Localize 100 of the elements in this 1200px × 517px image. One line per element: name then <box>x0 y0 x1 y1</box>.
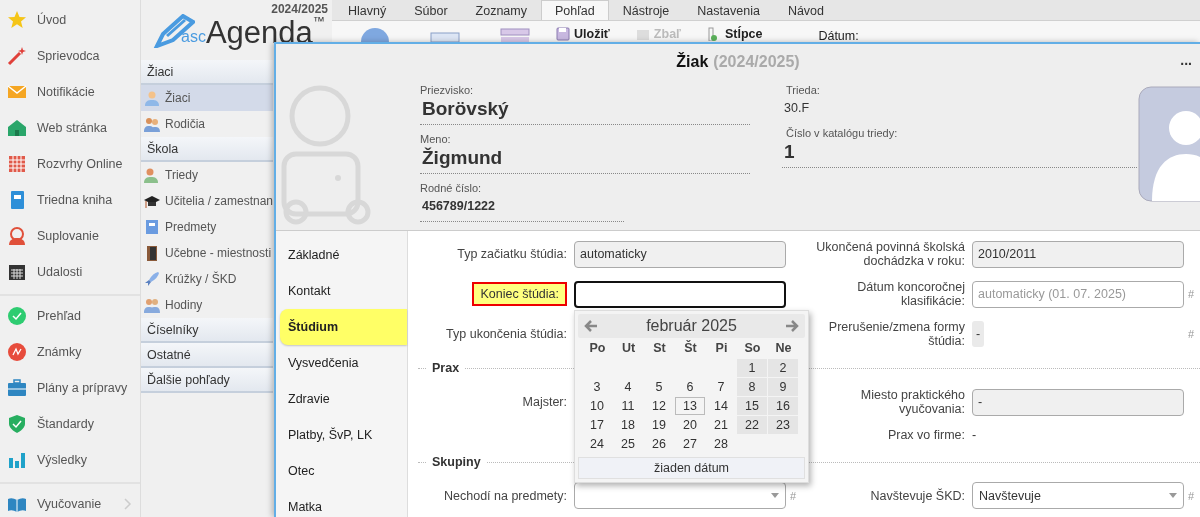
calendar-day[interactable]: 15 <box>737 396 767 415</box>
dialog-tab[interactable]: Základné <box>276 237 407 273</box>
field-label: Typ začiatku štúdia: <box>457 247 567 261</box>
sidebar-item[interactable]: Úvod <box>0 2 140 38</box>
people-icon <box>144 116 160 132</box>
dropdown-field[interactable]: Navštevuje <box>972 482 1184 509</box>
ribbon-tab[interactable]: Hlavný <box>334 0 401 20</box>
house-icon <box>7 118 27 138</box>
arrow-left-icon[interactable] <box>584 319 598 332</box>
calendar-day[interactable]: 22 <box>737 415 767 434</box>
nav-item[interactable]: Žiaci <box>141 85 273 111</box>
dialog-tab[interactable]: Zdravie <box>276 381 407 417</box>
calendar-day[interactable]: 13 <box>675 396 705 415</box>
field-label: Prax vo firme: <box>887 428 965 442</box>
ribbon-tab[interactable]: Nastavenia <box>683 0 774 20</box>
dialog-tab[interactable]: Matka <box>276 489 407 517</box>
rocket-icon <box>144 271 160 287</box>
people-icon <box>144 167 160 183</box>
calendar-day[interactable]: 20 <box>675 415 705 434</box>
calendar-day[interactable]: 16 <box>768 396 798 415</box>
arrow-right-icon[interactable] <box>785 319 799 332</box>
calendar-day[interactable]: 6 <box>675 377 705 396</box>
layout-icon <box>500 27 530 42</box>
ribbon-tab[interactable]: Návod <box>773 0 838 20</box>
field-label: Koniec štúdia: <box>472 282 567 306</box>
sidebar-item[interactable]: Prehľad <box>0 298 140 334</box>
nav-section-header[interactable]: Škola <box>141 137 273 162</box>
sidebar-item[interactable]: Štandardy <box>0 406 140 442</box>
school-year: 2024/2025 <box>271 2 328 16</box>
ribbon-tab[interactable]: Zoznamy <box>461 0 541 20</box>
nav-section-header[interactable]: Ostatné <box>141 343 273 368</box>
person-icon <box>144 90 160 106</box>
nav-item[interactable]: Predmety <box>141 214 273 240</box>
calendar-day[interactable]: 4 <box>613 377 643 396</box>
ribbon-button[interactable]: Uložiť <box>556 27 610 41</box>
nav-item[interactable]: Učitelia / zamestnan <box>141 188 273 214</box>
calendar-day[interactable]: 26 <box>644 434 674 453</box>
dropdown-field[interactable] <box>574 482 786 509</box>
calendar-day[interactable]: 8 <box>737 377 767 396</box>
calendar-day[interactable]: 2 <box>768 358 798 377</box>
nav-section-header[interactable]: Žiaci <box>141 60 273 85</box>
field-label: Priezvisko: <box>420 84 475 96</box>
calendar-day[interactable]: 24 <box>582 434 612 453</box>
calendar-day[interactable]: 9 <box>768 377 798 396</box>
ribbon-tab[interactable]: Nástroje <box>608 0 684 20</box>
calendar-day[interactable]: 27 <box>675 434 705 453</box>
bar-chart-icon <box>7 450 27 470</box>
calendar-day[interactable]: 14 <box>706 396 736 415</box>
calendar-day[interactable]: 23 <box>768 415 798 434</box>
nav-section-header[interactable]: Číselníky <box>141 318 273 343</box>
calendar-day[interactable]: 3 <box>582 377 612 396</box>
calendar-day[interactable]: 7 <box>706 377 736 396</box>
nav-item[interactable]: Hodiny <box>141 292 273 318</box>
nav-item[interactable]: Rodičia <box>141 111 273 137</box>
weekday-label: So <box>743 339 762 357</box>
calendar-day[interactable]: 10 <box>582 396 612 415</box>
more-menu-button[interactable]: ... <box>1180 52 1192 68</box>
calendar-day[interactable]: 5 <box>644 377 674 396</box>
calendar-day[interactable]: 28 <box>706 434 736 453</box>
dialog-tab[interactable]: Platby, ŠvP, LK <box>276 417 407 453</box>
sidebar-item[interactable]: Udalosti <box>0 254 140 290</box>
sidebar-item[interactable]: Notifikácie <box>0 74 140 110</box>
sidebar-item[interactable]: Triedna kniha <box>0 182 140 218</box>
calendar-day[interactable]: 25 <box>613 434 643 453</box>
door-icon <box>144 245 160 261</box>
sidebar-item[interactable]: Rozvrhy Online <box>0 146 140 182</box>
dialog-tab[interactable]: Kontakt <box>276 273 407 309</box>
sidebar-item[interactable]: Suplovanie <box>0 218 140 254</box>
weekday-label: St <box>652 339 667 357</box>
field-value: Borövský <box>420 98 750 125</box>
nav-section-header[interactable]: Ďalšie pohľady <box>141 368 273 393</box>
calendar-day[interactable]: 11 <box>613 396 643 415</box>
sidebar-item[interactable]: Výsledky <box>0 442 140 478</box>
sidebar-item[interactable]: Plány a prípravy <box>0 370 140 406</box>
calendar-day[interactable]: 18 <box>613 415 643 434</box>
caret-down-icon <box>1169 493 1177 498</box>
field-value: 1 <box>782 141 1137 168</box>
dialog-tab[interactable]: Otec <box>276 453 407 489</box>
dialog-tab[interactable]: Štúdium <box>280 309 407 345</box>
input-field[interactable] <box>574 280 786 308</box>
calendar-day[interactable]: 19 <box>644 415 674 434</box>
ribbon-tab[interactable]: Pohľad <box>541 0 609 20</box>
nav-item[interactable]: Krúžky / ŠKD <box>141 266 273 292</box>
dialog-tab[interactable]: Vysvedčenia <box>276 345 407 381</box>
calendar-day[interactable]: 1 <box>737 358 767 377</box>
calendar-day[interactable]: 21 <box>706 415 736 434</box>
input-field[interactable]: automaticky (01. 07. 2025) <box>972 280 1184 308</box>
sidebar-item[interactable]: Vyučovanie <box>0 486 140 517</box>
sidebar-item[interactable]: Známky <box>0 334 140 370</box>
ribbon-tab[interactable]: Súbor <box>400 0 462 20</box>
sidebar-item[interactable]: Web stránka <box>0 110 140 146</box>
sidebar-item[interactable]: Sprievodca <box>0 38 140 74</box>
ribbon-button[interactable]: Stĺpce <box>706 27 763 41</box>
no-date-button[interactable]: žiaden dátum <box>578 456 805 479</box>
nav-item[interactable]: Učebne - miestnosti <box>141 240 273 266</box>
calendar-day[interactable]: 12 <box>644 396 674 415</box>
caret-down-icon <box>771 493 779 498</box>
nav-item[interactable]: Triedy <box>141 162 273 188</box>
calendar-day[interactable]: 17 <box>582 415 612 434</box>
book-icon <box>144 219 160 235</box>
